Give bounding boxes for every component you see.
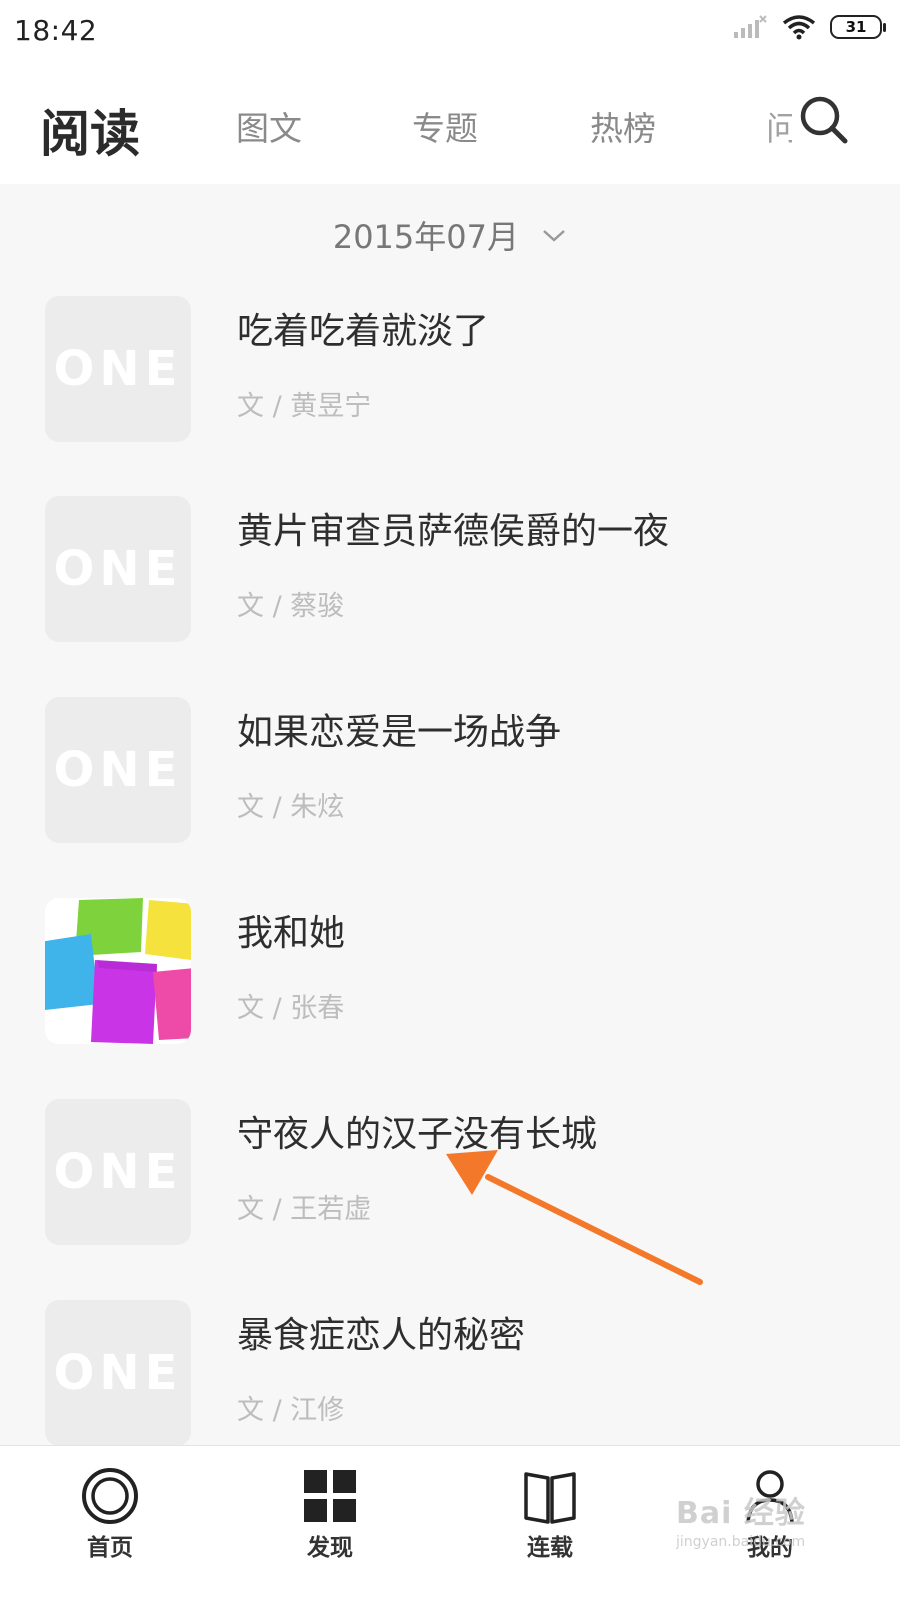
- list-item[interactable]: ONE 黄片审查员萨德侯爵的一夜 文 / 蔡骏: [0, 496, 900, 666]
- tab-zhuanti[interactable]: 专题: [412, 102, 478, 150]
- article-thumbnail: ONE: [45, 1300, 191, 1446]
- page-title: 阅读: [40, 105, 140, 163]
- chevron-down-icon: [543, 230, 566, 242]
- cellular-signal-icon: [734, 15, 767, 38]
- app-header: 阅读 图文 专题 热榜 问: [0, 62, 900, 184]
- one-logo: ONE: [53, 1345, 183, 1401]
- article-thumbnail: ONE: [45, 1099, 191, 1245]
- tabbar-label: 发现: [307, 1535, 353, 1561]
- tabbar-item-discover[interactable]: 发现: [270, 1446, 390, 1600]
- one-logo: ONE: [53, 742, 183, 798]
- article-title: 如果恋爱是一场战争: [237, 712, 562, 753]
- article-title: 守夜人的汉子没有长城: [237, 1114, 598, 1155]
- grid-icon: [304, 1470, 356, 1522]
- list-item[interactable]: ONE 如果恋爱是一场战争 文 / 朱炫: [0, 697, 900, 867]
- article-thumbnail: ONE: [45, 697, 191, 843]
- article-author: 文 / 江修: [237, 1395, 345, 1426]
- tabbar-label: 首页: [87, 1535, 133, 1561]
- article-author: 文 / 蔡骏: [237, 591, 345, 622]
- article-author: 文 / 黄昱宁: [237, 391, 372, 422]
- tabbar-label: 连载: [527, 1535, 573, 1561]
- article-author: 文 / 朱炫: [237, 792, 345, 823]
- battery-level: 31: [845, 18, 867, 36]
- status-icons: 31: [732, 14, 886, 40]
- battery-indicator: 31: [830, 15, 886, 39]
- one-logo: ONE: [53, 341, 183, 397]
- list-item[interactable]: 我和她 文 / 张春: [0, 898, 900, 1068]
- sticky-notes-image: [45, 898, 191, 1044]
- one-logo: ONE: [53, 1144, 183, 1200]
- watermark-main: Bai 经验: [676, 1496, 806, 1531]
- book-icon: [524, 1472, 576, 1524]
- watermark-sub: jingyan.baidu.com: [676, 1534, 806, 1550]
- status-time: 18:42: [14, 14, 98, 47]
- tabbar-item-home[interactable]: 首页: [50, 1446, 170, 1600]
- article-author: 文 / 张春: [237, 993, 345, 1024]
- wifi-icon: [782, 15, 816, 40]
- list-item[interactable]: ONE 守夜人的汉子没有长城 文 / 王若虚: [0, 1099, 900, 1269]
- home-icon: [82, 1468, 138, 1524]
- article-thumbnail: ONE: [45, 496, 191, 642]
- one-logo: ONE: [53, 541, 183, 597]
- date-filter[interactable]: 2015年07月: [0, 212, 900, 258]
- search-button[interactable]: [794, 90, 854, 150]
- tabbar-item-serial[interactable]: 连载: [490, 1446, 610, 1600]
- article-title: 吃着吃着就淡了: [237, 311, 490, 352]
- list-item[interactable]: ONE 吃着吃着就淡了 文 / 黄昱宁: [0, 296, 900, 466]
- baidu-watermark: Bai 经验 jingyan.baidu.com: [676, 1488, 846, 1554]
- tab-rebang[interactable]: 热榜: [590, 102, 656, 150]
- article-thumbnail: ONE: [45, 296, 191, 442]
- article-title: 我和她: [237, 913, 346, 954]
- article-title: 黄片审查员萨德侯爵的一夜: [237, 511, 670, 552]
- date-filter-label: 2015年07月: [332, 218, 519, 256]
- tab-wen[interactable]: 问: [766, 102, 792, 150]
- status-bar: 18:42 31: [0, 0, 900, 62]
- search-icon: [800, 96, 848, 144]
- article-author: 文 / 王若虚: [237, 1194, 372, 1225]
- article-thumbnail-colorful: [45, 898, 191, 1044]
- article-title: 暴食症恋人的秘密: [237, 1315, 526, 1356]
- tab-tuwen[interactable]: 图文: [236, 102, 302, 150]
